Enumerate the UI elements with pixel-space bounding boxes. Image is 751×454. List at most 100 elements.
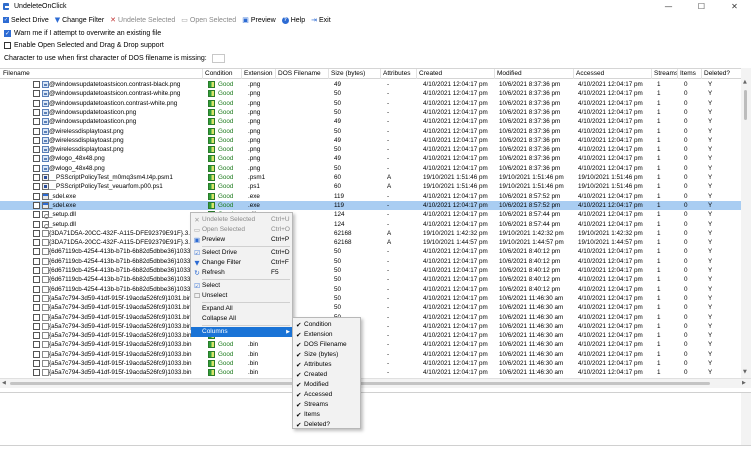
open-selected-button[interactable]: ▭ Open Selected <box>181 16 236 24</box>
table-row[interactable]: Good_setup.dll.dll124-4/10/2021 12:04:17… <box>0 210 741 220</box>
column-header-11[interactable]: Deleted? <box>704 70 730 77</box>
table-row[interactable]: Good_setup.dll.dll124-4/10/2021 12:04:17… <box>0 220 741 229</box>
table-row[interactable]: Good @windowsupdatetoastsicon.contrast-wh… <box>0 89 741 98</box>
column-separator[interactable] <box>328 69 329 79</box>
row-checkbox[interactable] <box>33 136 40 144</box>
table-row[interactable]: Good @windowsupdatetoasticon.png .png 50 - 4/… <box>0 108 741 117</box>
table-row[interactable]: Good @windowsupdatetoasticon.png .png 49 - 4/… <box>0 117 741 126</box>
undelete-selected-button[interactable]: ✕ Undelete Selected <box>110 16 175 24</box>
columns-option-condition[interactable]: ✔ Condition <box>293 320 360 330</box>
table-row[interactable]: Good __PSScriptPolicyTest_m0mq3sm4.t4p.ps… <box>0 173 741 182</box>
table-row[interactable]: Good{6d67119cb-4254-413b-b71b-6b82d5dbbe… <box>0 247 741 256</box>
table-row[interactable]: Good @windowsupdatetoasticon.contrast-whi… <box>0 99 741 108</box>
scroll-right-icon[interactable]: ▶ <box>742 380 746 386</box>
column-header-5[interactable]: Attributes <box>383 70 410 77</box>
horizontal-scrollbar[interactable]: ◀ ▶ <box>0 378 751 388</box>
row-checkbox[interactable] <box>33 276 40 284</box>
row-checkbox[interactable] <box>33 164 40 172</box>
row-checkbox[interactable] <box>33 369 40 377</box>
columns-option-dos-filename[interactable]: ✔ DOS Filename <box>293 340 360 350</box>
enable-open-checkbox[interactable] <box>4 42 11 49</box>
table-row[interactable]: Good{6d67119cb-4254-413b-b71b-6b82d5dbbe… <box>0 275 741 284</box>
columns-option-extension[interactable]: ✔ Extension <box>293 330 360 340</box>
row-checkbox[interactable] <box>33 81 40 88</box>
column-header-2[interactable]: Extension <box>244 70 273 77</box>
row-checkbox[interactable] <box>33 341 40 349</box>
columns-option-streams[interactable]: ✔ Streams <box>293 400 360 410</box>
columns-option-attributes[interactable]: ✔ Attributes <box>293 360 360 370</box>
table-row[interactable]: Good{6d67119cb-4254-413b-b71b-6b82d5dbbe… <box>0 257 741 266</box>
table-row[interactable]: Good{3DA71D5A-20CC-432F-A115-DFE92379E91… <box>0 229 741 238</box>
row-checkbox[interactable] <box>33 239 40 247</box>
vertical-scrollbar[interactable]: ▲ ▼ <box>741 68 751 378</box>
columns-option-deleted-[interactable]: ✔ Deleted? <box>293 420 360 430</box>
table-row[interactable]: Good @wirelessdisplaytoast.png .png 50 - 4/10… <box>0 127 741 136</box>
columns-option-accessed[interactable]: ✔ Accessed <box>293 390 360 400</box>
row-checkbox[interactable] <box>33 285 40 293</box>
columns-option-modified[interactable]: ✔ Modified <box>293 380 360 390</box>
table-row[interactable]: Good @wirelessdisplaytoast.png .png 50 - 4/10… <box>0 145 741 154</box>
table-row[interactable]: Good @wlogo_48x48.png .png 49 - 4/10/2021 12:… <box>0 154 741 163</box>
row-checkbox[interactable] <box>33 350 40 358</box>
menu-item-open-selected[interactable]: ▭ Open Selected Ctrl+O <box>191 225 292 235</box>
menu-item-select-drive[interactable]: ☑ Select Drive Ctrl+D <box>191 248 292 258</box>
row-checkbox[interactable] <box>33 313 40 321</box>
table-row[interactable]: Good __PSScriptPolicyTest_veuarfom.p00.ps… <box>0 182 741 191</box>
row-checkbox[interactable] <box>33 322 40 330</box>
column-separator[interactable] <box>275 69 276 79</box>
column-separator[interactable] <box>573 69 574 79</box>
row-checkbox[interactable] <box>33 211 40 219</box>
table-row[interactable]: Good _sdel.exe .exe 119 - 4/10/2021 12:04:17 … <box>0 192 741 201</box>
row-checkbox[interactable] <box>33 257 40 265</box>
menu-item-undelete-selected[interactable]: ✕ Undelete Selected Ctrl+U <box>191 215 292 225</box>
column-separator[interactable] <box>677 69 678 79</box>
table-row[interactable]: Good{a5a7c794-3d59-41df-915f-19acda526fc… <box>0 294 741 303</box>
exit-button[interactable]: ⇥ Exit <box>311 16 331 24</box>
row-checkbox[interactable] <box>33 183 40 191</box>
warn-overwrite-checkbox[interactable]: ✓ <box>4 30 11 37</box>
row-checkbox[interactable] <box>33 155 40 163</box>
table-row[interactable]: Good{a5a7c794-3d59-41df-915f-19acda526fc… <box>0 350 741 359</box>
column-header-9[interactable]: Streams <box>654 70 678 77</box>
column-header-6[interactable]: Created <box>419 70 442 77</box>
table-row[interactable]: Good{a5a7c794-3d59-41df-915f-19acda526fc… <box>0 322 741 331</box>
column-header-3[interactable]: DOS Filename <box>278 70 321 77</box>
close-button[interactable]: ✕ <box>718 0 751 13</box>
row-checkbox[interactable] <box>33 118 40 126</box>
table-row[interactable]: Good _sdel.exe .exe 119 - 4/10/2021 12:04:17 … <box>0 200 741 211</box>
row-checkbox[interactable] <box>33 90 40 98</box>
table-row[interactable]: Good{a5a7c794-3d59-41df-915f-19acda526fc… <box>0 359 741 368</box>
menu-item-preview[interactable]: ▣ Preview Ctrl+P <box>191 235 292 245</box>
row-checkbox[interactable] <box>33 108 40 116</box>
row-checkbox[interactable] <box>33 220 40 228</box>
column-separator[interactable] <box>416 69 417 79</box>
table-row[interactable]: Good @windowsupdatetoastsicon.contrast-bl… <box>0 80 741 89</box>
table-row[interactable]: Good @wirelessdisplaytoast.png .png 49 - 4/10… <box>0 136 741 145</box>
minimize-button[interactable]: — <box>652 0 685 13</box>
menu-item-change-filter[interactable]: ▼ Change Filter Ctrl+F <box>191 258 292 268</box>
menu-item-collapse-all[interactable]: Collapse All <box>191 314 292 324</box>
table-row[interactable]: Good{6d67119cb-4254-413b-b71b-6b82d5dbbe… <box>0 266 741 275</box>
column-separator[interactable] <box>701 69 702 79</box>
table-row[interactable]: Good @wlogo_48x48.png .png 50 - 4/10/2021 12:… <box>0 164 741 173</box>
change-filter-button[interactable]: ▼ Change Filter <box>55 16 104 24</box>
column-header-4[interactable]: Size (bytes) <box>331 70 365 77</box>
row-checkbox[interactable] <box>33 174 40 181</box>
help-button[interactable]: ? Help <box>281 16 305 24</box>
table-row[interactable]: Good{a5a7c794-3d59-41df-915f-19acda526fc… <box>0 303 741 312</box>
row-checkbox[interactable] <box>33 294 40 302</box>
row-checkbox[interactable] <box>33 304 40 312</box>
column-header-1[interactable]: Condition <box>205 70 232 77</box>
column-header-10[interactable]: Items <box>680 70 696 77</box>
enable-open-option[interactable]: Enable Open Selected and Drag & Drop sup… <box>4 42 744 49</box>
column-separator[interactable] <box>380 69 381 79</box>
row-checkbox[interactable] <box>33 201 40 209</box>
table-row[interactable]: Good{3DA71D5A-20CC-432F-A115-DFE92379E91… <box>0 238 741 247</box>
menu-item-expand-all[interactable]: Expand All <box>191 304 292 314</box>
scroll-thumb[interactable] <box>744 90 747 120</box>
column-header-0[interactable]: Filename <box>3 70 30 77</box>
menu-item-columns[interactable]: Columns ▶ <box>191 327 292 337</box>
row-checkbox[interactable] <box>33 267 40 274</box>
table-row[interactable]: Good{a5a7c794-3d59-41df-915f-19acda526fc… <box>0 368 741 377</box>
columns-option-created[interactable]: ✔ Created <box>293 370 360 380</box>
